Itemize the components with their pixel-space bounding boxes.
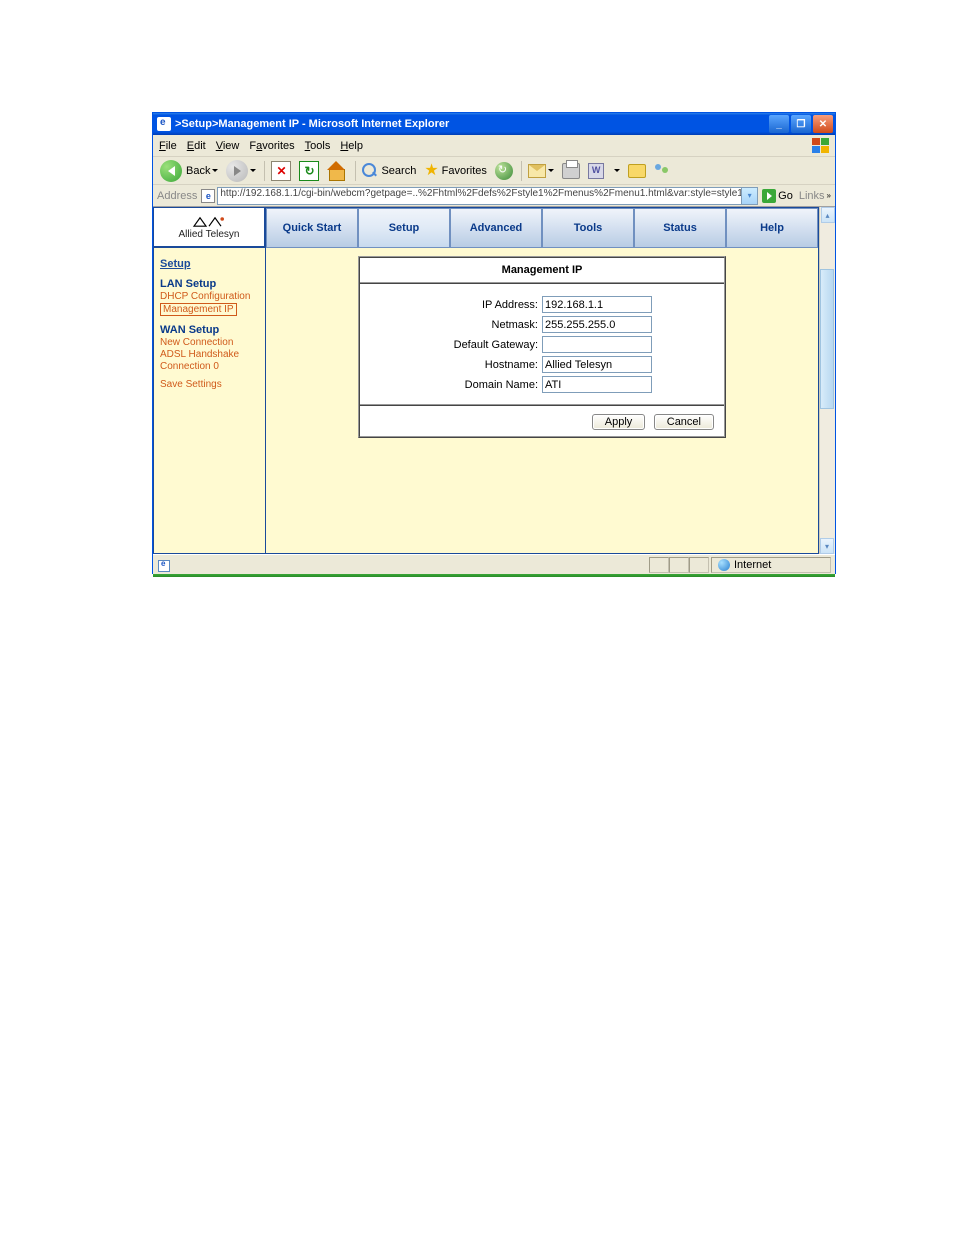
sidebar-dhcp[interactable]: DHCP Configuration: [160, 291, 259, 302]
domain-name-input[interactable]: [542, 376, 652, 393]
menu-view[interactable]: View: [216, 140, 240, 152]
tab-status[interactable]: Status: [634, 208, 726, 248]
brand-logo: Allied Telesyn: [153, 207, 265, 247]
netmask-input[interactable]: [542, 316, 652, 333]
gateway-label: Default Gateway:: [374, 339, 542, 351]
gateway-input[interactable]: [542, 336, 652, 353]
sidebar-new-connection[interactable]: New Connection: [160, 337, 259, 348]
tab-row: Quick Start Setup Advanced Tools Status …: [266, 208, 818, 248]
page-icon: e: [201, 189, 215, 203]
tab-help[interactable]: Help: [726, 208, 818, 248]
menu-help[interactable]: Help: [340, 140, 363, 152]
address-label: Address: [157, 190, 197, 202]
menu-file[interactable]: File: [159, 140, 177, 152]
mail-button[interactable]: [525, 162, 557, 180]
search-button[interactable]: Search: [359, 161, 419, 181]
tab-advanced[interactable]: Advanced: [450, 208, 542, 248]
sidebar-header[interactable]: Setup: [160, 258, 259, 270]
apply-button[interactable]: Apply: [592, 414, 646, 430]
sidebar: Setup LAN Setup DHCP Configuration Manag…: [153, 247, 265, 554]
restore-button[interactable]: ❐: [791, 115, 811, 133]
home-button[interactable]: [324, 159, 350, 183]
menu-favorites[interactable]: Favorites: [249, 140, 294, 152]
status-pane-3: [689, 557, 709, 573]
globe-icon: [718, 559, 730, 571]
allied-telesyn-icon: [191, 215, 227, 229]
window-titlebar[interactable]: >Setup>Management IP - Microsoft Interne…: [153, 113, 835, 135]
sidebar-wan-setup: WAN Setup: [160, 324, 259, 336]
status-page-icon: [157, 558, 171, 572]
edit-button[interactable]: [585, 161, 607, 181]
messenger-button[interactable]: [651, 161, 675, 181]
menu-tools[interactable]: Tools: [305, 140, 331, 152]
ip-address-label: IP Address:: [374, 299, 542, 311]
forward-button[interactable]: [223, 158, 259, 184]
domain-name-label: Domain Name:: [374, 379, 542, 391]
sidebar-lan-setup: LAN Setup: [160, 278, 259, 290]
history-button[interactable]: [492, 160, 516, 182]
sidebar-save-settings[interactable]: Save Settings: [160, 379, 259, 390]
address-dropdown[interactable]: ▾: [742, 187, 758, 205]
menu-bar: File Edit View Favorites Tools Help: [153, 135, 835, 157]
panel-title: Management IP: [360, 258, 724, 284]
main-content: Quick Start Setup Advanced Tools Status …: [265, 207, 819, 554]
netmask-label: Netmask:: [374, 319, 542, 331]
management-ip-panel: Management IP IP Address: Netmask: Defau…: [358, 256, 726, 438]
status-pane-2: [669, 557, 689, 573]
edit-dd[interactable]: [609, 167, 623, 174]
cancel-button[interactable]: Cancel: [654, 414, 714, 430]
refresh-button[interactable]: ↻: [296, 159, 322, 183]
tab-tools[interactable]: Tools: [542, 208, 634, 248]
hostname-label: Hostname:: [374, 359, 542, 371]
hostname-input[interactable]: [542, 356, 652, 373]
status-bar: Internet: [153, 554, 835, 574]
ie-icon: [157, 117, 171, 131]
scroll-up-button[interactable]: ▴: [821, 207, 835, 223]
address-bar: Address e http://192.168.1.1/cgi-bin/web…: [153, 185, 835, 207]
minimize-button[interactable]: _: [769, 115, 789, 133]
ip-address-input[interactable]: [542, 296, 652, 313]
tab-setup[interactable]: Setup: [358, 208, 450, 248]
favorites-button[interactable]: ★Favorites: [421, 161, 490, 181]
toolbar: Back ✕ ↻ Search ★Favorites: [153, 157, 835, 185]
scroll-down-button[interactable]: ▾: [820, 538, 834, 554]
sidebar-management-ip[interactable]: Management IP: [160, 303, 237, 316]
address-input[interactable]: http://192.168.1.1/cgi-bin/webcm?getpage…: [217, 187, 742, 205]
close-button[interactable]: ✕: [813, 115, 833, 133]
back-button[interactable]: Back: [157, 158, 221, 184]
scroll-thumb[interactable]: [820, 269, 834, 409]
sidebar-adsl-handshake[interactable]: ADSL Handshake: [160, 349, 259, 360]
sidebar-connection-0[interactable]: Connection 0: [160, 361, 259, 372]
browser-window: >Setup>Management IP - Microsoft Interne…: [152, 112, 836, 574]
taskbar-edge: [153, 574, 835, 577]
vertical-scrollbar[interactable]: ▴ ▾: [819, 207, 835, 554]
go-button[interactable]: Go: [762, 189, 793, 203]
windows-logo-icon: [811, 137, 831, 155]
status-pane-1: [649, 557, 669, 573]
window-title: >Setup>Management IP - Microsoft Interne…: [175, 118, 449, 130]
security-zone: Internet: [711, 557, 831, 573]
menu-edit[interactable]: Edit: [187, 140, 206, 152]
go-arrow-icon: [762, 189, 776, 203]
links-label[interactable]: Links: [799, 190, 825, 202]
stop-button[interactable]: ✕: [268, 159, 294, 183]
tab-quick-start[interactable]: Quick Start: [266, 208, 358, 248]
folder-button[interactable]: [625, 162, 649, 180]
links-chevron-icon[interactable]: »: [827, 191, 831, 200]
print-button[interactable]: [559, 161, 583, 181]
